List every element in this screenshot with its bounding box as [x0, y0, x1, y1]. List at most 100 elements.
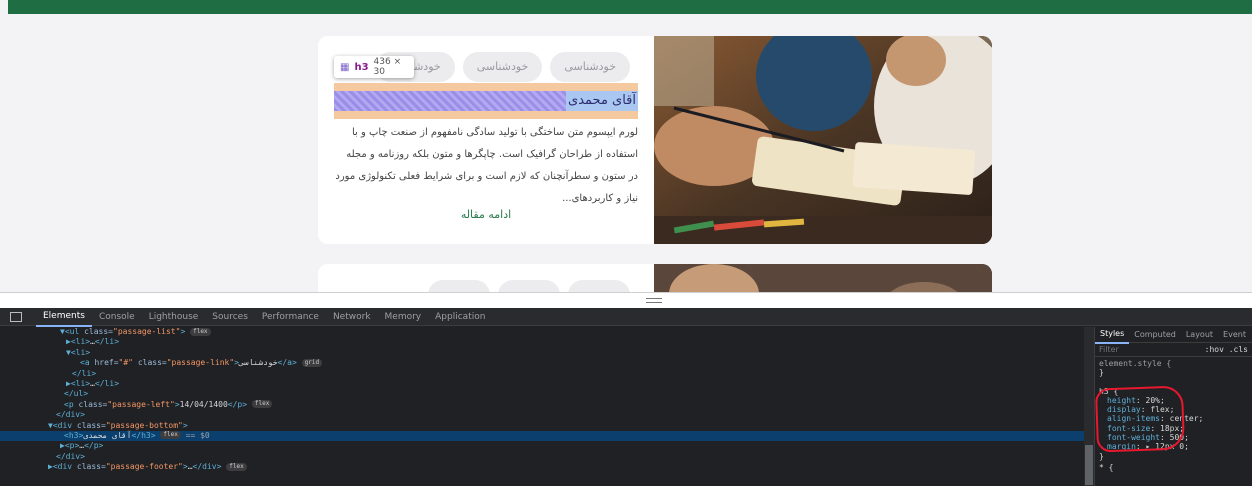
dom-token: <a: [80, 358, 95, 368]
elements-dom-tree[interactable]: ▼<ul class="passage-list"> flex ▶<li>…</l…: [0, 327, 1084, 486]
tab-elements[interactable]: Elements: [36, 307, 92, 327]
scrollbar-thumb[interactable]: [1085, 445, 1093, 485]
dom-token: </li>: [72, 368, 97, 378]
dom-token: </li>: [94, 378, 120, 388]
flex-badge[interactable]: flex: [251, 400, 273, 409]
dom-token: ▶<p>: [60, 441, 80, 451]
tag-chip[interactable]: خودشناسی: [550, 52, 630, 82]
dom-token: "passage-link": [166, 358, 235, 368]
dom-token: </div>: [56, 410, 85, 420]
site-header-bar: [8, 0, 1252, 14]
tab-sources[interactable]: Sources: [205, 308, 255, 326]
website-viewport: خودشناسی خودشناسی خودشناسی ▦ h3 436 × 30…: [0, 0, 1252, 292]
tooltip-tag: h3: [354, 61, 369, 73]
dom-token: ▼<li>: [66, 347, 91, 357]
rule-close: }: [1099, 368, 1104, 378]
dom-node[interactable]: ▶<li>…</li>: [0, 379, 1084, 389]
flex-badge[interactable]: flex: [160, 431, 181, 440]
dom-token: class=: [133, 358, 167, 368]
devtools-resize-handle[interactable]: [0, 292, 1252, 308]
dom-node[interactable]: ▼<div class="passage-bottom">: [0, 421, 1084, 431]
dom-token: ▶<li>: [66, 337, 91, 347]
read-more-link[interactable]: ادامه مقاله: [334, 208, 638, 221]
universal-rule-selector[interactable]: * {: [1095, 463, 1252, 472]
dom-node[interactable]: </li>: [0, 369, 1084, 379]
h3-content-highlight: آقای محمدی: [334, 91, 638, 111]
flex-overlay-icon: ▦: [340, 61, 350, 73]
dom-node[interactable]: <a href="#" class="passage-link">خودشناس…: [0, 358, 1084, 368]
dom-node[interactable]: ▶<div class="passage-footer">…</div> fle…: [0, 462, 1084, 472]
dom-token: آقای محمدی: [83, 430, 132, 440]
students-studying-image: [654, 36, 992, 244]
dom-token: ▶<div: [48, 462, 77, 472]
hov-cls-toggle[interactable]: :hov .cls: [1205, 345, 1248, 354]
tag-chip[interactable]: خودشناسی: [462, 52, 543, 82]
dom-token: href=: [94, 358, 119, 368]
styles-filter-input[interactable]: [1099, 345, 1189, 354]
dom-node[interactable]: </div>: [0, 410, 1084, 420]
tab-computed[interactable]: Computed: [1129, 327, 1181, 343]
tab-styles[interactable]: Styles: [1095, 327, 1130, 344]
grid-badge[interactable]: grid: [301, 358, 323, 367]
dom-token: class=: [76, 462, 106, 472]
dom-token: >: [180, 327, 186, 336]
tag-chip[interactable]: [568, 280, 630, 292]
styles-filter-row: :hov .cls: [1095, 343, 1252, 357]
article-excerpt: لورم ایپسوم متن ساختگی با تولید سادگی نا…: [335, 127, 638, 204]
tab-console[interactable]: Console: [92, 308, 142, 326]
tag-list: [428, 280, 630, 292]
dom-node[interactable]: </div>: [0, 452, 1084, 462]
dom-node[interactable]: </ul>: [0, 389, 1084, 399]
dom-node[interactable]: ▶<p>…</p>: [0, 441, 1084, 451]
tab-lighthouse[interactable]: Lighthouse: [142, 308, 206, 326]
rule-spacer: [1095, 378, 1252, 387]
tooltip-dimensions: 436 × 30: [373, 57, 402, 77]
tab-application[interactable]: Application: [428, 308, 492, 326]
dom-token: 14/04/1400: [179, 399, 228, 409]
dom-node[interactable]: ▶<li>…</li>: [0, 337, 1084, 347]
tab-memory[interactable]: Memory: [378, 308, 429, 326]
devtools-panel: Elements Console Lighthouse Sources Perf…: [0, 308, 1252, 486]
dom-token: "#": [118, 358, 133, 368]
tab-performance[interactable]: Performance: [255, 308, 326, 326]
flex-badge[interactable]: flex: [190, 327, 211, 336]
rule-close: }: [1099, 451, 1104, 461]
elements-scrollbar[interactable]: [1084, 327, 1094, 486]
article-card[interactable]: [318, 264, 992, 292]
article-photo: [654, 264, 992, 292]
article-photo: [654, 36, 992, 244]
element-style-rule[interactable]: element.style {: [1095, 359, 1252, 368]
selected-node-marker: == $0: [180, 430, 210, 440]
flex-badge[interactable]: flex: [226, 462, 247, 471]
dom-token: </li>: [94, 337, 120, 347]
devtools-tab-bar: Elements Console Lighthouse Sources Perf…: [0, 307, 1252, 327]
tab-event-listeners[interactable]: Event: [1218, 327, 1251, 343]
dom-token: "passage-list": [113, 327, 181, 336]
dom-token: <h3>: [64, 430, 84, 440]
dom-token: </p>: [227, 399, 248, 409]
tab-layout[interactable]: Layout: [1181, 327, 1218, 343]
screenshot: خودشناسی خودشناسی خودشناسی ▦ h3 436 × 30…: [0, 0, 1252, 486]
inspect-element-icon[interactable]: [10, 311, 22, 322]
drag-handle-icon: [646, 298, 662, 303]
inspect-tooltip: ▦ h3 436 × 30: [334, 56, 414, 78]
dom-token: </ul>: [64, 389, 89, 399]
dom-token: </a>: [277, 358, 297, 368]
dom-token: </h3>: [131, 430, 156, 440]
dom-node[interactable]: ▼<ul class="passage-list"> flex: [0, 327, 1084, 337]
styles-tab-bar: Styles Computed Layout Event: [1095, 327, 1252, 344]
dom-node[interactable]: ▼<li>: [0, 348, 1084, 358]
tab-network[interactable]: Network: [326, 308, 378, 326]
dom-node-selected[interactable]: <h3>آقای محمدی</h3> flex == $0: [0, 430, 1084, 442]
dom-token: ▼<ul: [60, 327, 85, 336]
dom-token: </div>: [192, 462, 222, 472]
dom-token: class=: [78, 399, 108, 409]
dom-token: "passage-bottom": [105, 420, 183, 430]
tag-chip[interactable]: [498, 280, 560, 292]
dom-token: class=: [76, 420, 106, 430]
tag-chip[interactable]: [428, 280, 490, 292]
dom-node[interactable]: <p class="passage-left">14/04/1400</p> f…: [0, 400, 1084, 410]
dom-token: خودشناسی: [238, 358, 278, 368]
dom-token: ▼<div: [48, 420, 77, 430]
dom-token: class=: [84, 327, 113, 336]
